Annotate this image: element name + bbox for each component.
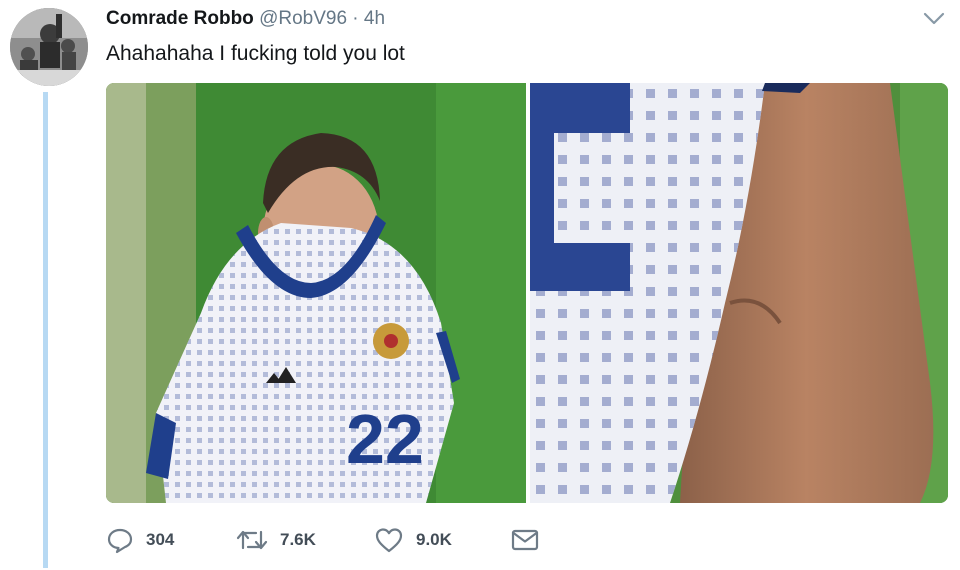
- envelope-icon: [510, 526, 540, 554]
- reply-button[interactable]: 304: [106, 524, 174, 556]
- timestamp[interactable]: 4h: [364, 8, 385, 29]
- retweet-button[interactable]: 7.6K: [236, 524, 316, 556]
- direct-message-button[interactable]: [510, 524, 540, 556]
- user-handle[interactable]: @RobV96: [259, 8, 347, 29]
- like-button[interactable]: 9.0K: [374, 524, 452, 556]
- heart-icon: [374, 526, 404, 554]
- avatar[interactable]: [10, 8, 88, 86]
- avatar-photo: [10, 8, 88, 86]
- closeup-photo: [530, 83, 948, 503]
- footballer-photo: 22: [106, 83, 526, 503]
- reply-icon: [106, 526, 134, 554]
- jersey-number: 22: [346, 400, 424, 478]
- tweet-header: Comrade Robbo @RobV96 · 4h: [106, 6, 385, 32]
- thread-line: [43, 92, 48, 568]
- media-photo-right[interactable]: [530, 83, 948, 503]
- media-photo-left[interactable]: 22: [106, 83, 526, 503]
- reply-count: 304: [146, 530, 175, 549]
- display-name[interactable]: Comrade Robbo: [106, 8, 254, 29]
- chevron-down-icon[interactable]: [920, 6, 948, 30]
- like-count: 9.0K: [416, 530, 452, 549]
- retweet-count: 7.6K: [280, 530, 316, 549]
- retweet-icon: [236, 526, 268, 554]
- tweet-media[interactable]: 22: [106, 83, 948, 503]
- separator-dot: ·: [352, 8, 359, 29]
- tweet-text: Ahahahaha I fucking told you lot: [106, 42, 405, 65]
